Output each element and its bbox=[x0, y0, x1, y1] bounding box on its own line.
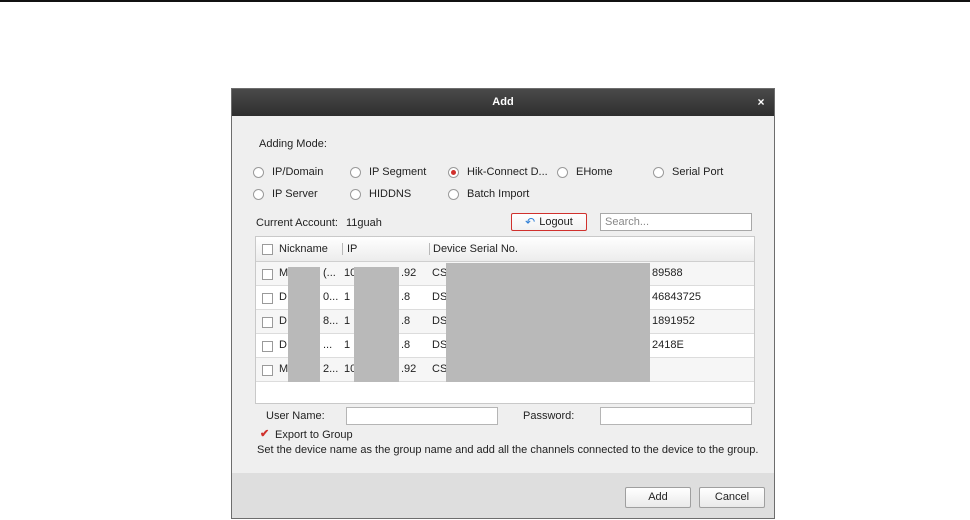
export-hint-text: Set the device name as the group name an… bbox=[257, 444, 759, 456]
ip-cell-tail: .92 bbox=[401, 267, 417, 279]
row-checkbox[interactable] bbox=[262, 365, 273, 376]
column-header-nickname[interactable]: Nickname bbox=[279, 237, 328, 261]
nickname-cell-tail: ... bbox=[323, 339, 333, 351]
ip-cell: 1 bbox=[344, 315, 351, 327]
serial-cell-tail: 46843725 bbox=[652, 291, 701, 303]
ip-cell: 1 bbox=[344, 291, 351, 303]
column-separator bbox=[342, 243, 343, 255]
close-icon[interactable]: × bbox=[754, 95, 768, 109]
nickname-cell-tail: 8... bbox=[323, 315, 339, 327]
serial-cell: DS bbox=[432, 315, 448, 327]
adding-mode-label: Adding Mode: bbox=[259, 138, 327, 150]
current-account-value: 11guah bbox=[346, 217, 382, 229]
export-to-group-check-icon[interactable]: ✔ bbox=[260, 429, 270, 440]
column-header-ip[interactable]: IP bbox=[347, 237, 357, 261]
row-checkbox[interactable] bbox=[262, 293, 273, 304]
dialog-footer bbox=[232, 473, 774, 518]
cancel-button[interactable]: Cancel bbox=[699, 487, 765, 508]
dialog-title: Add bbox=[492, 96, 514, 108]
serial-cell: DS bbox=[432, 291, 448, 303]
nickname-cell: M bbox=[279, 267, 289, 279]
ip-cell: 1 bbox=[344, 339, 351, 351]
serial-cell: CS bbox=[432, 267, 448, 279]
row-checkbox[interactable] bbox=[262, 269, 273, 280]
user-name-label: User Name: bbox=[266, 410, 325, 422]
ip-cell-tail: .8 bbox=[401, 291, 411, 303]
export-to-group-label[interactable]: Export to Group bbox=[275, 429, 353, 441]
radio-label: EHome bbox=[576, 166, 613, 178]
ip-cell-tail: .8 bbox=[401, 315, 411, 327]
radio-circle-icon bbox=[350, 166, 361, 178]
radio-circle-icon bbox=[350, 188, 361, 200]
radio-circle-icon bbox=[653, 166, 664, 178]
password-label: Password: bbox=[523, 410, 575, 422]
radio-circle-icon bbox=[253, 188, 264, 200]
serial-cell-tail: 1891952 bbox=[652, 315, 695, 327]
radio-selected-icon bbox=[448, 166, 459, 178]
row-checkbox[interactable] bbox=[262, 317, 273, 328]
radio-batch-import[interactable]: Batch Import bbox=[448, 188, 529, 200]
radio-label: Hik-Connect D... bbox=[467, 166, 548, 178]
device-table: Nickname IP Device Serial No. M (... 10 … bbox=[255, 236, 755, 404]
redaction-mask bbox=[288, 267, 320, 382]
radio-serial-port[interactable]: Serial Port bbox=[653, 166, 723, 178]
search-input[interactable] bbox=[600, 213, 752, 231]
column-separator bbox=[429, 243, 430, 255]
logout-label: Logout bbox=[539, 216, 573, 228]
user-name-input[interactable] bbox=[346, 407, 498, 425]
radio-label: IP Segment bbox=[369, 166, 427, 178]
nickname-cell-tail: 2... bbox=[323, 363, 339, 375]
serial-cell-tail: 89588 bbox=[652, 267, 683, 279]
serial-cell: DS bbox=[432, 339, 448, 351]
row-checkbox[interactable] bbox=[262, 341, 273, 352]
redaction-mask bbox=[354, 267, 399, 382]
radio-circle-icon bbox=[448, 188, 459, 200]
table-header: Nickname IP Device Serial No. bbox=[256, 237, 754, 262]
nickname-cell: M bbox=[279, 363, 289, 375]
nickname-cell: D bbox=[279, 315, 287, 327]
radio-hik-connect[interactable]: Hik-Connect D... bbox=[448, 166, 548, 178]
radio-label: HIDDNS bbox=[369, 188, 412, 200]
password-input[interactable] bbox=[600, 407, 752, 425]
radio-ehome[interactable]: EHome bbox=[557, 166, 613, 178]
radio-circle-icon bbox=[253, 166, 264, 178]
current-account-label: Current Account: bbox=[256, 217, 338, 229]
radio-ip-domain[interactable]: IP/Domain bbox=[253, 166, 323, 178]
select-all-checkbox[interactable] bbox=[262, 244, 273, 255]
radio-label: IP/Domain bbox=[272, 166, 324, 178]
nickname-cell: D bbox=[279, 339, 287, 351]
add-device-dialog: Add × Adding Mode: IP/Domain IP Segment … bbox=[231, 88, 775, 519]
dialog-titlebar: Add × bbox=[232, 89, 774, 116]
radio-label: IP Server bbox=[272, 188, 318, 200]
serial-cell-tail: 2418E bbox=[652, 339, 684, 351]
nickname-cell-tail: (... bbox=[323, 267, 336, 279]
radio-label: Batch Import bbox=[467, 188, 530, 200]
serial-cell: CS bbox=[432, 363, 448, 375]
radio-hiddns[interactable]: HIDDNS bbox=[350, 188, 411, 200]
column-header-serial[interactable]: Device Serial No. bbox=[433, 237, 518, 261]
radio-circle-icon bbox=[557, 166, 568, 178]
top-border-line bbox=[0, 0, 970, 2]
ip-cell-tail: .8 bbox=[401, 339, 411, 351]
logout-button[interactable]: ↶ Logout bbox=[511, 213, 587, 231]
radio-ip-server[interactable]: IP Server bbox=[253, 188, 318, 200]
undo-arrow-icon: ↶ bbox=[525, 215, 536, 229]
ip-cell-tail: .92 bbox=[401, 363, 417, 375]
radio-label: Serial Port bbox=[672, 166, 724, 178]
nickname-cell-tail: 0... bbox=[323, 291, 339, 303]
radio-ip-segment[interactable]: IP Segment bbox=[350, 166, 426, 178]
nickname-cell: D bbox=[279, 291, 287, 303]
redaction-mask bbox=[446, 263, 650, 382]
add-button[interactable]: Add bbox=[625, 487, 691, 508]
